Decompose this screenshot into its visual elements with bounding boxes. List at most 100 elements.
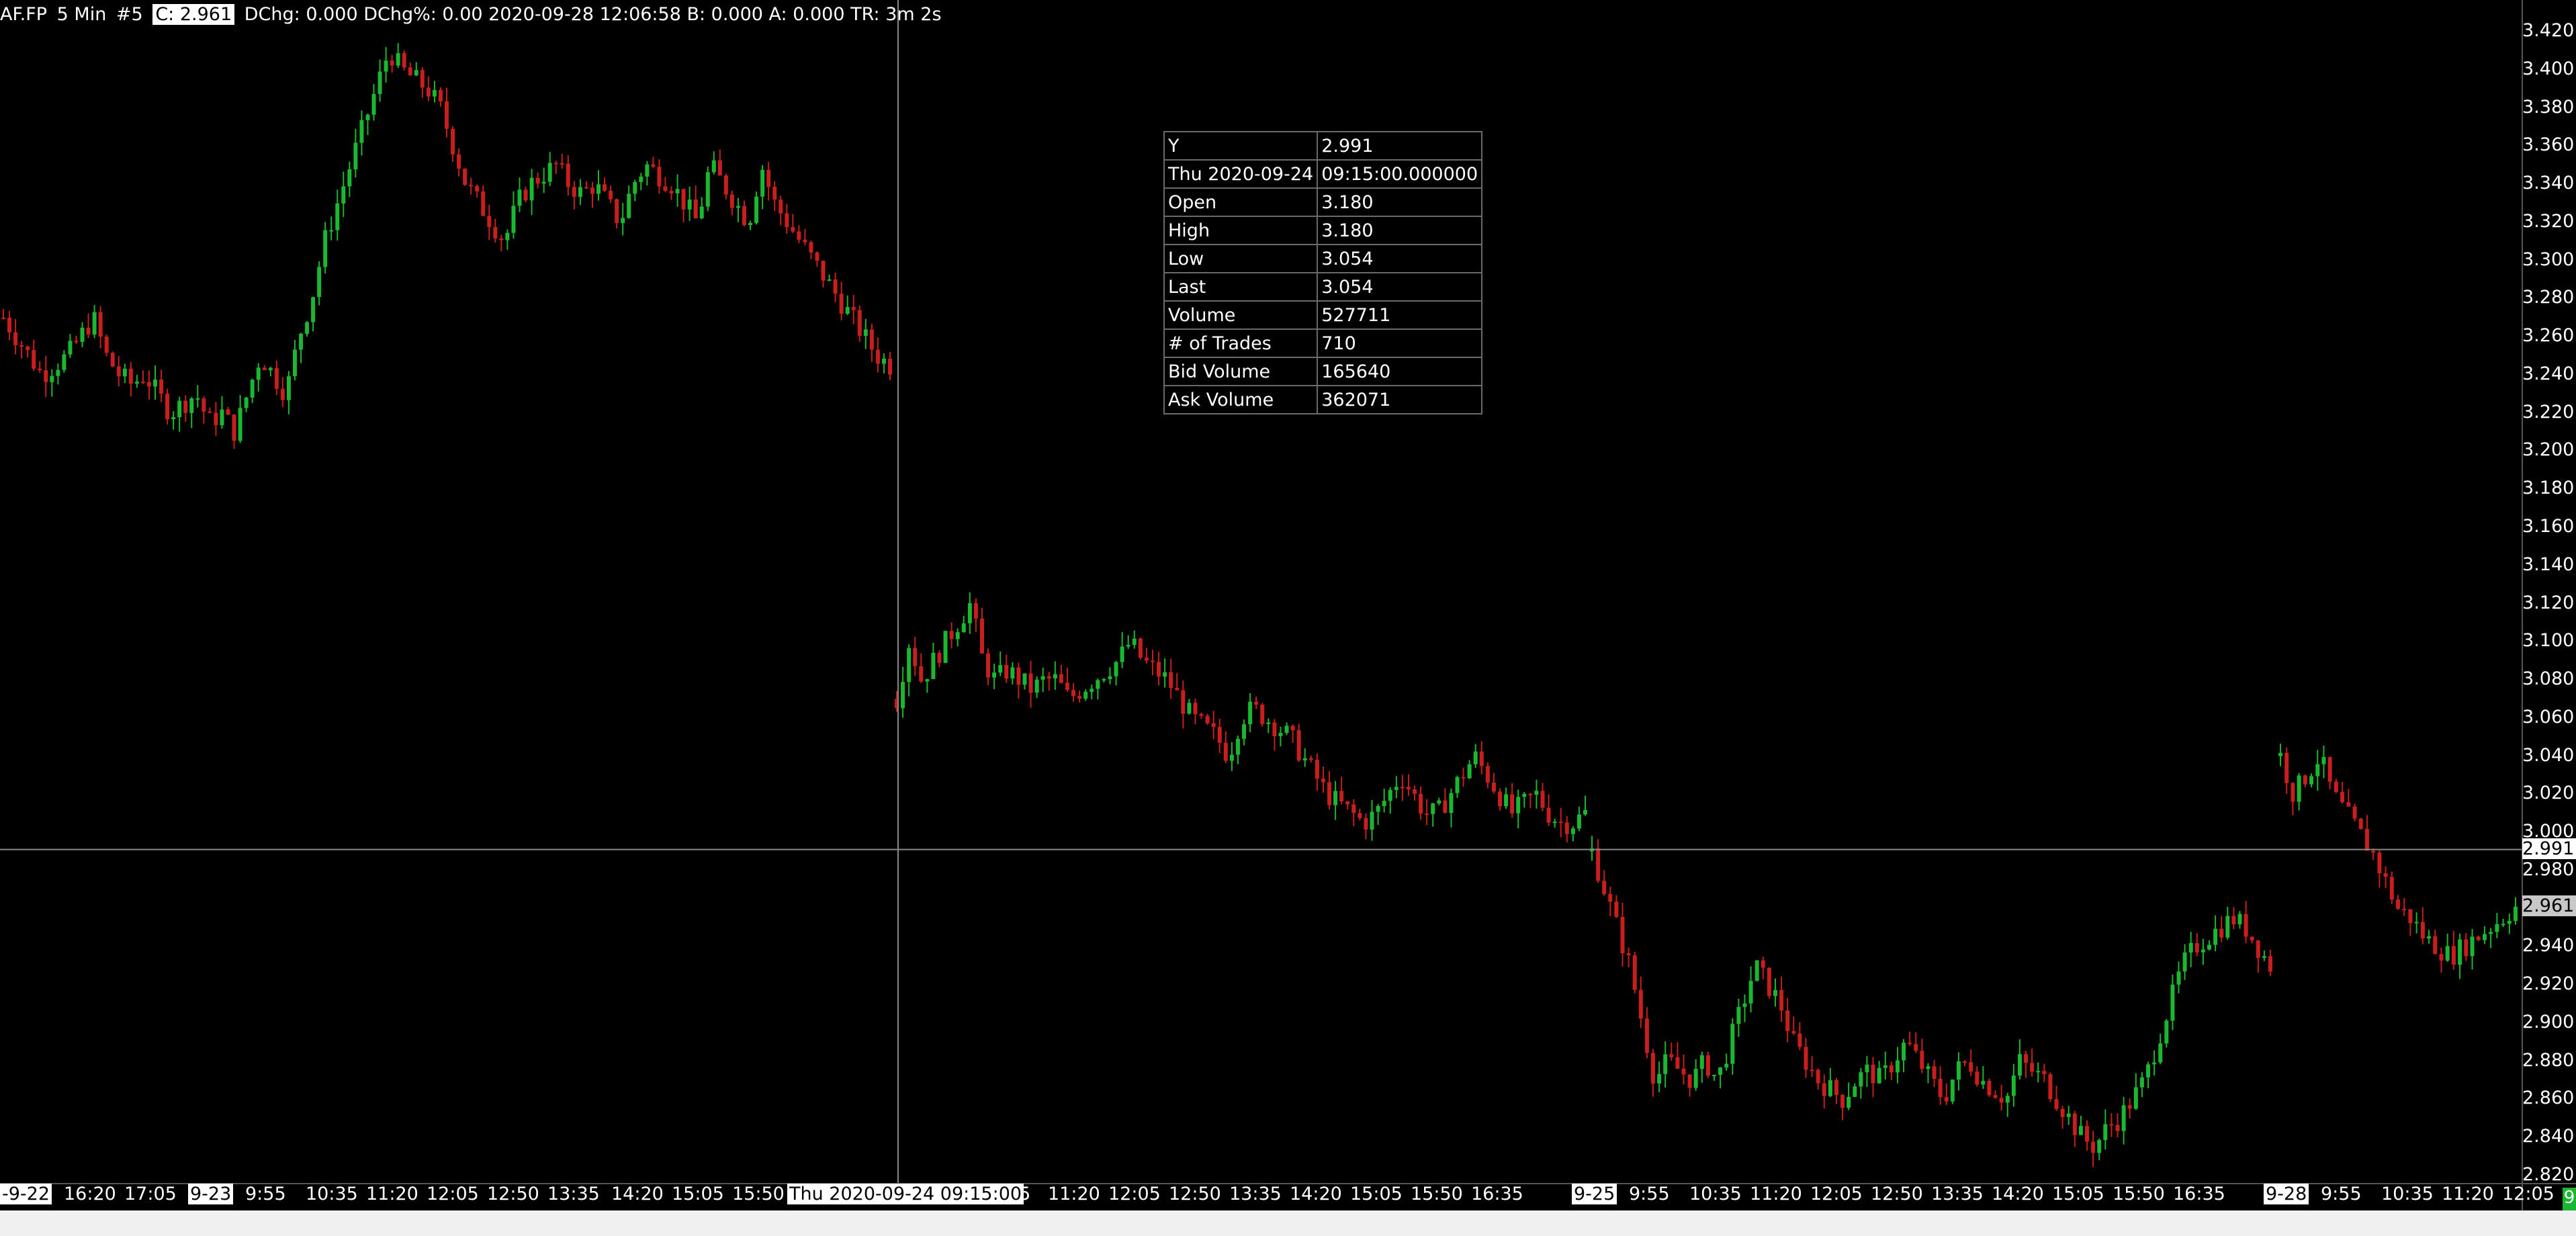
candle-body	[2414, 922, 2419, 924]
candle-body	[803, 239, 807, 242]
price-tick-label: 2.940	[2522, 935, 2575, 957]
candle-body	[943, 631, 948, 663]
candle-body	[159, 380, 164, 394]
candle-body	[122, 368, 127, 377]
candle-body	[335, 203, 340, 230]
candle-body	[633, 182, 637, 194]
scroll-strip[interactable]	[0, 1210, 2576, 1236]
candle-body	[1071, 690, 1076, 697]
candle-body	[1138, 638, 1143, 658]
candle-body	[535, 177, 540, 184]
candle-body	[1181, 690, 1186, 714]
candle-body	[809, 242, 813, 253]
price-tick-label: 3.420	[2522, 20, 2575, 41]
candle-body	[86, 327, 91, 335]
candle-body	[396, 53, 400, 66]
candle-body	[128, 368, 133, 384]
candle-body	[955, 632, 960, 639]
candle-body	[1596, 848, 1601, 881]
candle-body	[2427, 936, 2432, 939]
candle-body	[2139, 1077, 2144, 1088]
candle-body	[2303, 775, 2307, 785]
candle-body	[2334, 781, 2338, 793]
candle-body	[2097, 1140, 2102, 1153]
candle-body	[2030, 1063, 2035, 1072]
candle-body	[657, 167, 662, 187]
candle-body	[1522, 793, 1527, 797]
price-tick-label: 3.060	[2522, 706, 2575, 727]
candle-body	[1358, 813, 1362, 818]
candle-body	[1889, 1065, 1894, 1073]
candle-body	[1558, 822, 1563, 824]
candle-body	[384, 60, 388, 72]
candle-body	[1266, 722, 1271, 724]
candle-body	[603, 184, 607, 191]
candle-body	[979, 618, 984, 654]
candle-body	[390, 60, 394, 66]
candle-body	[1144, 658, 1149, 661]
candle-body	[317, 267, 322, 298]
price-tick-label: 3.200	[2522, 439, 2575, 461]
candle-body	[1614, 901, 1619, 918]
candle-body	[438, 90, 443, 101]
candle-body	[1461, 777, 1466, 779]
candle-body	[2042, 1071, 2047, 1075]
candle-body	[1272, 722, 1277, 737]
candle-body	[1419, 793, 1423, 814]
candle-body	[973, 603, 978, 619]
candle-body	[1193, 703, 1198, 715]
tooltip-key: Open	[1163, 187, 1319, 217]
candle-body	[2327, 756, 2332, 782]
candle-body	[1895, 1060, 1900, 1073]
candle-body	[1040, 676, 1045, 680]
candle-body	[517, 189, 522, 206]
candle-body	[445, 101, 449, 129]
candle-body	[1773, 989, 1777, 996]
candle-body	[1235, 738, 1240, 755]
candle-body	[1546, 807, 1551, 823]
candle-body	[1908, 1043, 1912, 1045]
candle-body	[1028, 673, 1033, 693]
candle-body	[1810, 1069, 1814, 1071]
candle-body	[1620, 917, 1625, 954]
candle-body	[2309, 776, 2314, 785]
tooltip-row: Thu 2020-09-24 09:15:00.000000	[1163, 159, 1483, 189]
candle-body	[183, 400, 188, 413]
candle-body	[2402, 909, 2407, 911]
candle-body	[2396, 899, 2400, 910]
candle-body	[2109, 1124, 2114, 1126]
price-tick-label: 3.140	[2522, 554, 2575, 575]
candle-body	[815, 252, 819, 261]
tooltip-key: Last	[1163, 272, 1319, 302]
price-tick-label: 3.220	[2522, 401, 2575, 423]
candle-body	[639, 176, 643, 183]
candle-body	[13, 332, 18, 345]
time-tick-label: 15:05	[2052, 1184, 2104, 1204]
candle-body	[1871, 1064, 1875, 1084]
candle-body	[1767, 967, 1771, 996]
candle-body	[888, 358, 892, 375]
candle-body	[1096, 680, 1100, 689]
time-tick-label: 13:35	[547, 1184, 600, 1204]
time-tick-label: 12:05	[1810, 1184, 1863, 1204]
price-tick-label: 3.260	[2522, 325, 2575, 347]
time-tick-label: 11:20	[2442, 1184, 2494, 1204]
candle-body	[1327, 782, 1332, 805]
candle-body	[645, 164, 650, 177]
candle-body	[596, 184, 601, 194]
price-tick-label: 3.100	[2522, 630, 2575, 652]
candle-body	[1370, 811, 1374, 830]
candle-body	[2439, 954, 2444, 961]
candle-body	[913, 648, 918, 666]
candle-body	[875, 349, 880, 364]
price-tick-label: 3.020	[2522, 783, 2575, 804]
candle-body	[615, 199, 619, 223]
candle-body	[1865, 1064, 1869, 1073]
candle-body	[1963, 1061, 1967, 1063]
candle-body	[609, 191, 613, 200]
candle-body	[1102, 678, 1106, 680]
candle-body	[475, 185, 480, 191]
price-tick-label: 3.120	[2522, 592, 2575, 613]
time-tick-label: 12:05	[427, 1184, 479, 1204]
candle-body	[881, 358, 886, 364]
